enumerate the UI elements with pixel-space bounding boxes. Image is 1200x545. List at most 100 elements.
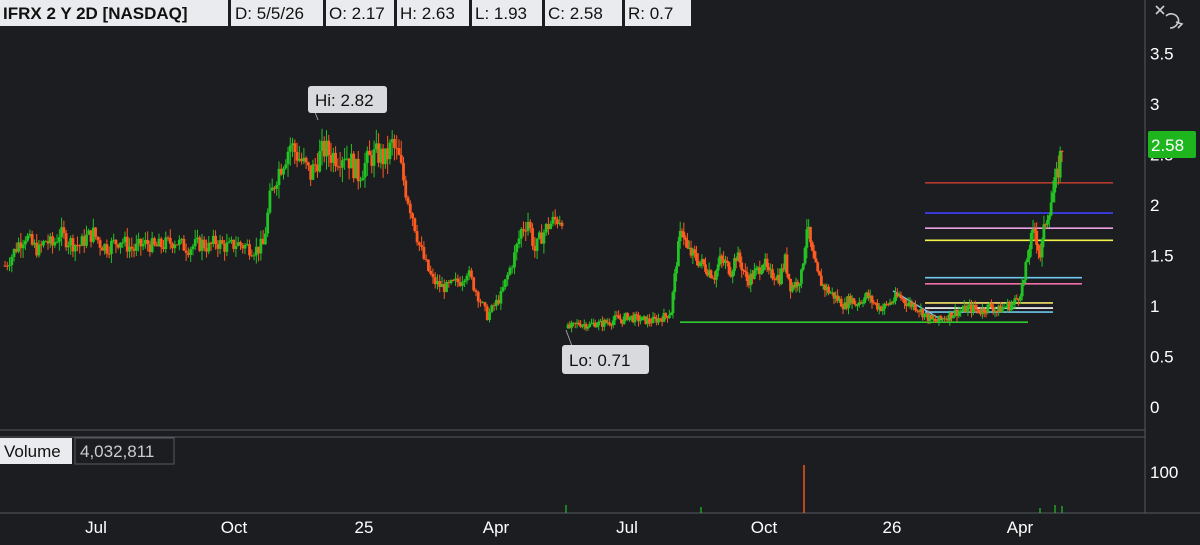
candle-body bbox=[304, 157, 308, 163]
candle-body bbox=[704, 264, 707, 272]
header-bar: IFRX 2 Y 2D [NASDAQ] D: 5/5/26 O: 2.17 H… bbox=[0, 0, 691, 26]
symbol-label: IFRX 2 Y 2D [NASDAQ] bbox=[3, 4, 188, 23]
candle-body bbox=[714, 270, 718, 280]
candle-body bbox=[698, 262, 702, 266]
candle-body bbox=[628, 316, 631, 320]
candle-body bbox=[658, 318, 662, 320]
candle-body bbox=[119, 242, 122, 248]
candle-body bbox=[411, 213, 414, 219]
candle-body bbox=[114, 239, 118, 245]
candle-body bbox=[814, 258, 818, 263]
candle-body bbox=[522, 229, 525, 231]
candle-body bbox=[134, 243, 138, 251]
candle-body bbox=[66, 245, 70, 248]
candle-body bbox=[780, 268, 783, 284]
y-tick-label: 0.5 bbox=[1150, 348, 1174, 367]
candle-body bbox=[26, 235, 30, 241]
candle-body bbox=[906, 303, 910, 306]
candle-body bbox=[62, 227, 66, 234]
candle-body bbox=[827, 286, 830, 294]
candle-body bbox=[55, 241, 59, 243]
last-price-tag: 2.58 bbox=[1148, 131, 1196, 158]
candle-body bbox=[798, 283, 802, 286]
candle-body bbox=[10, 256, 14, 266]
date-axis: Jul Oct 25 Apr Jul Oct 26 Apr bbox=[85, 518, 1033, 537]
candle-body bbox=[738, 252, 742, 263]
x-tick-label: Jul bbox=[85, 518, 107, 537]
candle-body bbox=[991, 307, 995, 312]
x-tick-label: Oct bbox=[221, 518, 248, 537]
candle-body bbox=[340, 160, 344, 168]
candle-body bbox=[560, 222, 564, 227]
candle-body bbox=[743, 270, 747, 273]
candle-body bbox=[513, 252, 516, 268]
candle-body bbox=[293, 143, 297, 153]
candle-body bbox=[667, 315, 671, 319]
candle-body bbox=[899, 294, 903, 299]
candle-body bbox=[577, 322, 581, 325]
candle-body bbox=[745, 272, 749, 282]
candle-body bbox=[57, 237, 61, 242]
candle-body bbox=[892, 301, 896, 303]
candle-body bbox=[275, 184, 279, 189]
candle-body bbox=[727, 262, 731, 275]
candle-body bbox=[682, 231, 686, 238]
candle-body bbox=[676, 241, 680, 267]
candle-body bbox=[193, 239, 197, 247]
y-tick-label: 0 bbox=[1150, 398, 1159, 417]
candle-body bbox=[225, 242, 229, 252]
candle-body bbox=[399, 154, 403, 163]
candle-body bbox=[207, 242, 211, 252]
candle-body bbox=[633, 314, 637, 323]
candle-body bbox=[359, 180, 362, 182]
candle-body bbox=[678, 230, 682, 242]
candle-body bbox=[506, 274, 510, 280]
candle-body bbox=[94, 227, 97, 237]
candle-body bbox=[702, 259, 706, 265]
candle-body bbox=[334, 152, 337, 167]
candle-body bbox=[98, 240, 102, 248]
candle-body bbox=[420, 245, 424, 247]
candle-body bbox=[977, 309, 981, 313]
candle-body bbox=[800, 269, 803, 284]
candle-body bbox=[684, 237, 688, 240]
candle-body bbox=[488, 311, 491, 321]
stock-chart: 00.511.522.533.5 JulOct25AprJulOct26Apr … bbox=[0, 0, 1200, 537]
candle-body bbox=[669, 313, 673, 316]
candle-body bbox=[424, 258, 428, 260]
candle-body bbox=[952, 315, 955, 319]
candle-body bbox=[638, 320, 642, 322]
candle-body bbox=[110, 240, 113, 254]
candle-body bbox=[168, 237, 172, 244]
candle-body bbox=[282, 168, 285, 175]
candle-body bbox=[470, 270, 473, 278]
candle-body bbox=[695, 253, 698, 261]
x-tick-label: Apr bbox=[483, 518, 510, 537]
candle-body bbox=[361, 177, 365, 181]
candle-body bbox=[785, 254, 789, 274]
candle-body bbox=[517, 238, 521, 245]
candle-body bbox=[816, 262, 820, 272]
candle-body bbox=[510, 267, 514, 269]
candle-body bbox=[810, 242, 814, 251]
candle-body bbox=[617, 315, 621, 319]
candle-body bbox=[787, 273, 791, 279]
candle-body bbox=[760, 270, 764, 275]
candle-body bbox=[731, 271, 735, 277]
candle-body bbox=[553, 216, 557, 220]
candle-body bbox=[263, 233, 267, 245]
candle-body bbox=[1011, 303, 1015, 305]
candle-body bbox=[465, 275, 469, 281]
candle-body bbox=[220, 240, 224, 244]
candle-body bbox=[542, 232, 546, 244]
candle-body bbox=[581, 325, 584, 327]
candle-body bbox=[368, 150, 371, 156]
candle-body bbox=[608, 322, 612, 325]
candle-body bbox=[675, 266, 678, 274]
candle-body bbox=[812, 250, 816, 259]
candle-body bbox=[933, 318, 937, 321]
candle-body bbox=[671, 292, 675, 314]
candle-body bbox=[740, 262, 744, 270]
candle-body bbox=[635, 314, 639, 316]
candle-body bbox=[1020, 283, 1024, 297]
